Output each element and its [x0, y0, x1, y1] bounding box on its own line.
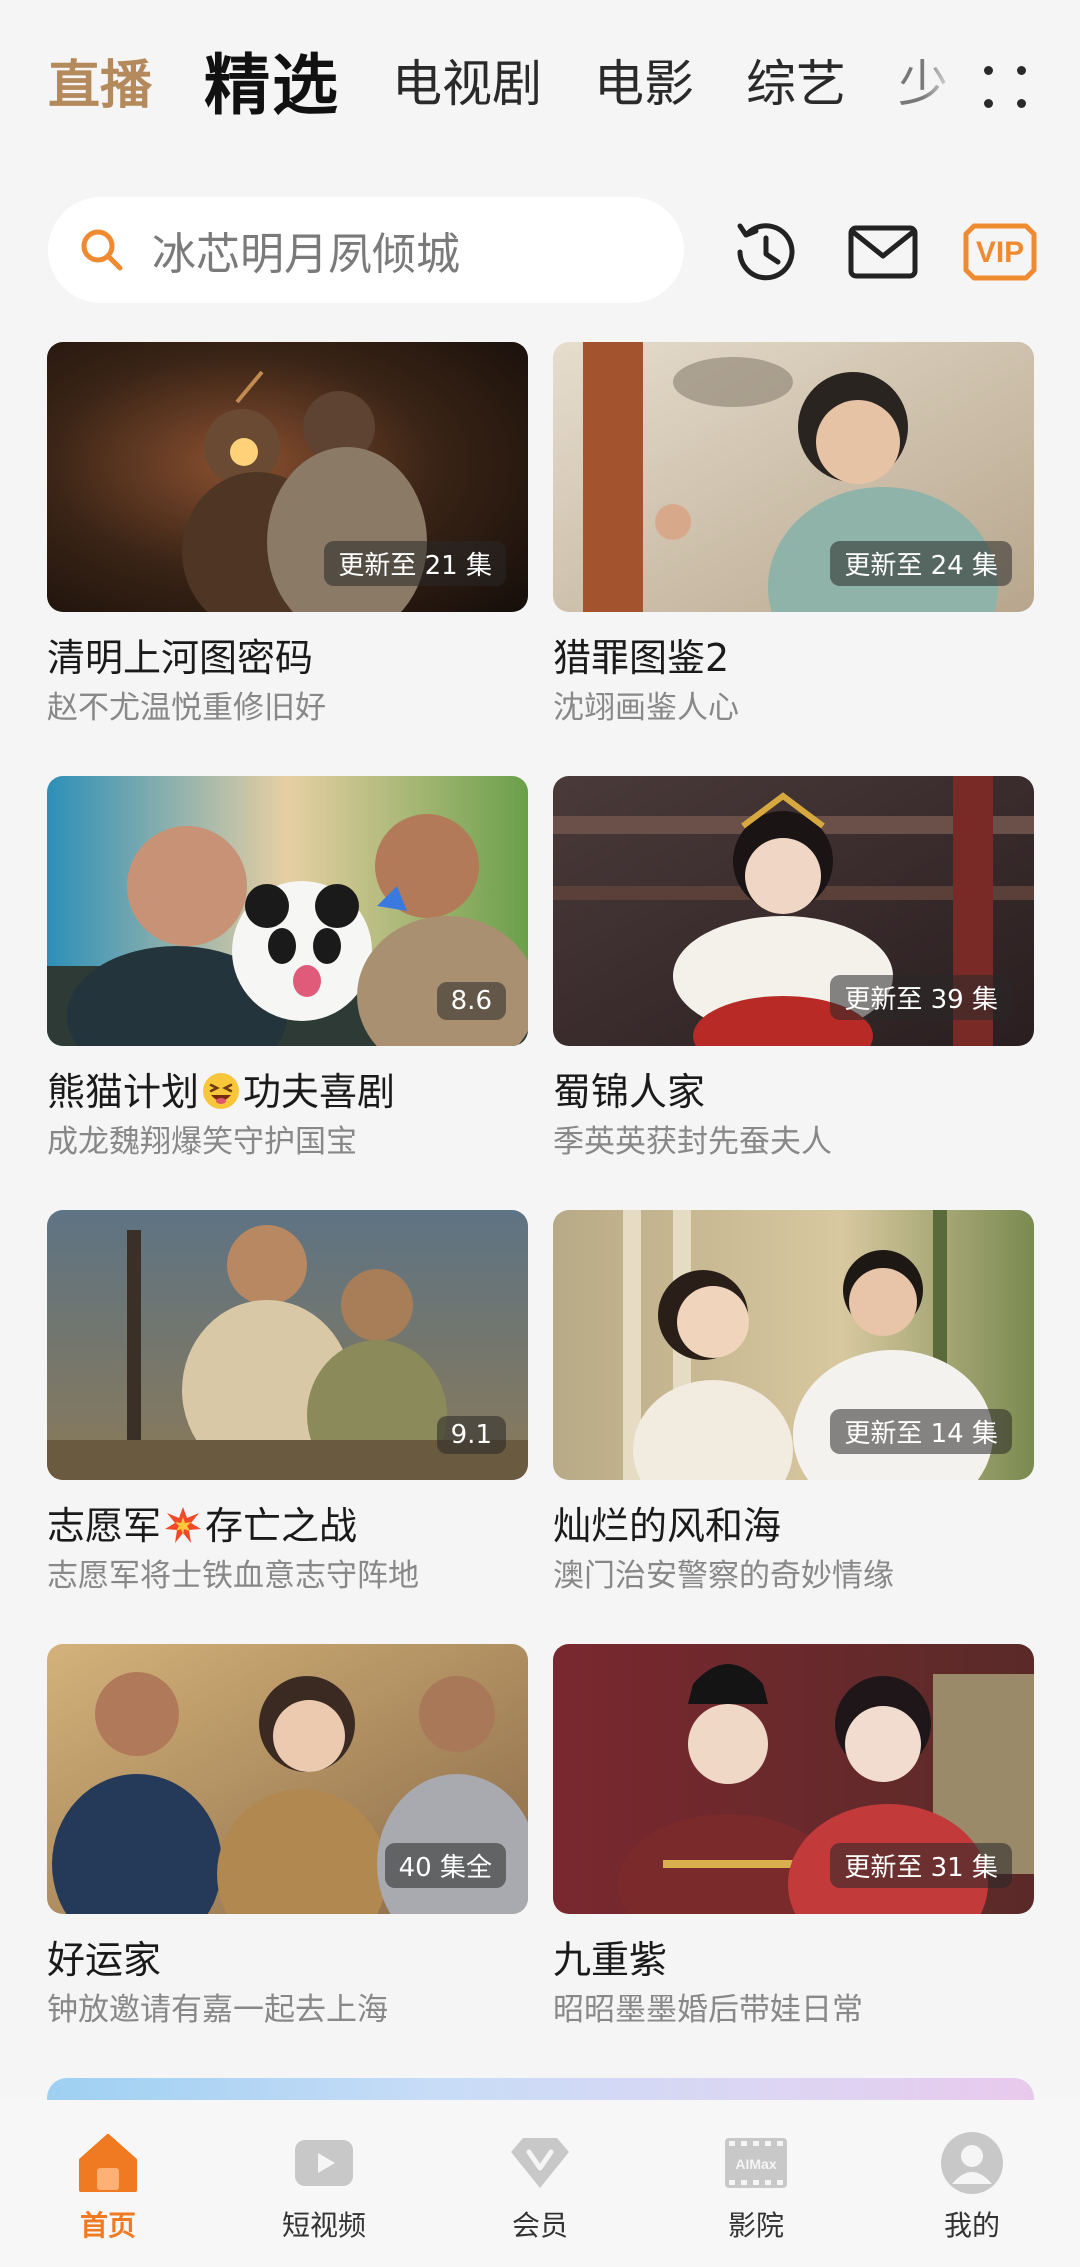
search-icon [78, 226, 126, 274]
card-title[interactable]: 清明上河图密码 [47, 634, 528, 682]
episode-badge: 更新至 24 集 [830, 541, 1012, 586]
card-subtitle: 澳门治安警察的奇妙情缘 [553, 1558, 894, 1594]
tab-movies[interactable]: 电影 [594, 44, 694, 116]
tab-featured[interactable]: 精选 [204, 32, 340, 128]
content-card[interactable]: 更新至 21 集 清明上河图密码 赵不尤温悦重修旧好 [47, 342, 528, 728]
mail-icon[interactable] [843, 214, 923, 290]
card-thumbnail[interactable]: 更新至 24 集 [553, 342, 1034, 612]
tab-tv-series[interactable]: 电视剧 [392, 44, 542, 116]
card-subtitle: 成龙魏翔爆笑守护国宝 [47, 1124, 357, 1160]
rating-badge: 8.6 [436, 982, 506, 1020]
content-card[interactable]: 40 集全 好运家 钟放邀请有嘉一起去上海 [47, 1644, 528, 2030]
content-card[interactable]: 更新至 39 集 蜀锦人家 季英英获封先蚕夫人 [553, 776, 1034, 1162]
grid-dots-icon[interactable] [980, 62, 1030, 112]
card-thumbnail[interactable]: 40 集全 [47, 1644, 528, 1914]
imax-icon: AIMax [723, 2130, 789, 2196]
episode-badge: 40 集全 [384, 1843, 506, 1888]
card-title[interactable]: 好运家 [47, 1936, 528, 1984]
content-card[interactable]: 8.6 熊猫计划 功夫喜剧 成龙魏翔爆笑守护国宝 [47, 776, 528, 1162]
episode-badge: 更新至 31 集 [830, 1843, 1012, 1888]
card-subtitle: 志愿军将士铁血意志守阵地 [47, 1558, 419, 1594]
card-title-part: 志愿军 [47, 1504, 162, 1548]
top-tab-bar: 直播 精选 电视剧 电影 综艺 少 [0, 0, 1080, 160]
tab-variety[interactable]: 综艺 [746, 44, 846, 116]
card-thumbnail[interactable]: 更新至 31 集 [553, 1644, 1034, 1914]
card-thumbnail[interactable]: 更新至 21 集 [47, 342, 528, 612]
search-placeholder: 冰芯明月夙倾城 [152, 229, 460, 280]
home-icon [75, 2130, 141, 2196]
nav-short-video[interactable]: 短视频 [216, 2100, 432, 2267]
nav-cinema[interactable]: AIMax 影院 [648, 2100, 864, 2267]
card-thumbnail[interactable]: 更新至 14 集 [553, 1210, 1034, 1480]
nav-membership[interactable]: 会员 [432, 2100, 648, 2267]
card-title-part: 存亡之战 [205, 1504, 358, 1548]
nav-label: 影院 [727, 2209, 784, 2242]
card-subtitle: 季英英获封先蚕夫人 [553, 1124, 832, 1160]
nav-label: 会员 [511, 2209, 568, 2242]
card-title[interactable]: 熊猫计划 功夫喜剧 [47, 1068, 528, 1116]
card-title[interactable]: 九重紫 [553, 1936, 1034, 1984]
card-title-part: 功夫喜剧 [243, 1070, 396, 1114]
episode-badge: 更新至 21 集 [324, 541, 506, 586]
vip-icon[interactable]: VIP [960, 214, 1040, 290]
card-thumbnail[interactable]: 8.6 [47, 776, 528, 1046]
grinning-squint-emoji [203, 1073, 240, 1109]
card-title[interactable]: 志愿军 存亡之战 [47, 1502, 528, 1550]
card-thumbnail[interactable]: 9.1 [47, 1210, 528, 1480]
card-subtitle: 赵不尤温悦重修旧好 [47, 690, 326, 726]
card-subtitle: 沈翊画鉴人心 [553, 690, 739, 726]
card-title[interactable]: 蜀锦人家 [553, 1068, 1034, 1116]
content-card[interactable]: 更新至 24 集 猎罪图鉴2 沈翊画鉴人心 [553, 342, 1034, 728]
content-card[interactable]: 更新至 14 集 灿烂的风和海 澳门治安警察的奇妙情缘 [553, 1210, 1034, 1596]
nav-label: 首页 [79, 2209, 136, 2242]
rating-badge: 9.1 [436, 1416, 506, 1454]
svg-text:VIP: VIP [976, 236, 1024, 269]
tab-live[interactable]: 直播 [48, 43, 152, 118]
search-bar[interactable]: 冰芯明月夙倾城 [48, 197, 684, 303]
bottom-navigation: 首页 短视频 会员 AIMax 影院 我的 [0, 2100, 1080, 2267]
tab-kids[interactable]: 少 [898, 44, 958, 116]
card-title[interactable]: 灿烂的风和海 [553, 1502, 1034, 1550]
card-subtitle: 钟放邀请有嘉一起去上海 [47, 1992, 388, 2028]
content-card[interactable]: 9.1 志愿军 存亡之战 志愿军将士铁血意志守阵地 [47, 1210, 528, 1596]
collision-emoji [165, 1507, 202, 1543]
content-card[interactable]: 更新至 31 集 九重紫 昭昭墨墨婚后带娃日常 [553, 1644, 1034, 2030]
card-title-part: 熊猫计划 [47, 1070, 200, 1114]
nav-home[interactable]: 首页 [0, 2100, 216, 2267]
episode-badge: 更新至 14 集 [830, 1409, 1012, 1454]
card-thumbnail[interactable]: 更新至 39 集 [553, 776, 1034, 1046]
play-icon [291, 2130, 357, 2196]
history-icon[interactable] [726, 214, 806, 290]
avatar-icon [939, 2130, 1005, 2196]
card-subtitle: 昭昭墨墨婚后带娃日常 [553, 1992, 863, 2028]
card-title[interactable]: 猎罪图鉴2 [553, 634, 1034, 682]
nav-label: 我的 [943, 2209, 1000, 2242]
diamond-icon [507, 2130, 573, 2196]
nav-label: 短视频 [281, 2209, 366, 2242]
nav-profile[interactable]: 我的 [864, 2100, 1080, 2267]
svg-text:AIMax: AIMax [735, 2156, 776, 2172]
episode-badge: 更新至 39 集 [830, 975, 1012, 1020]
